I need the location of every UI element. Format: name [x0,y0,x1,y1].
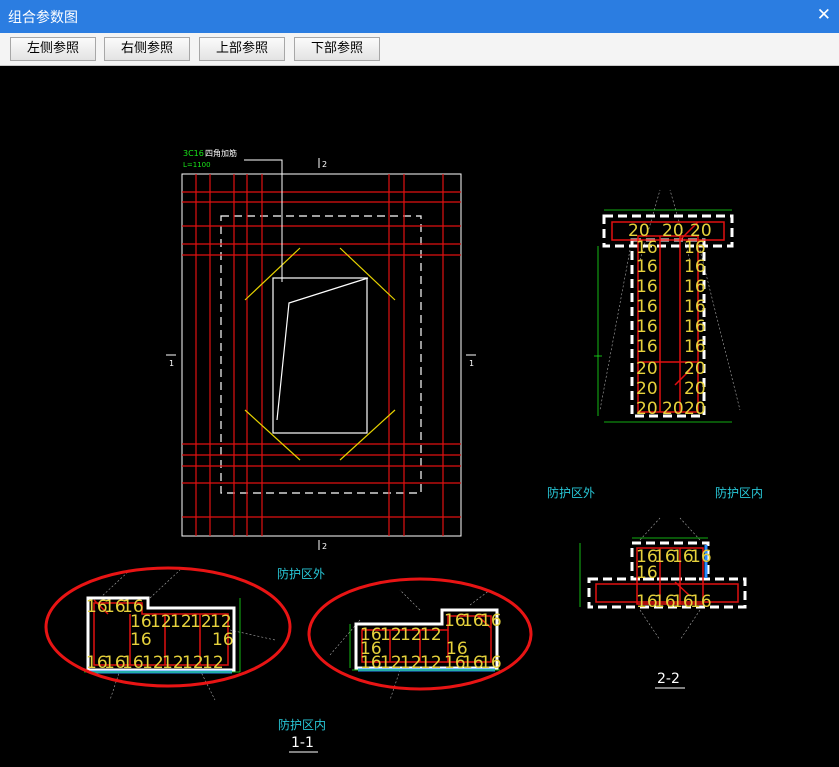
drawing-canvas[interactable]: 3C16 四角加筋 L=1100 2 2 1 1 20 20 20 16 16 … [0,66,839,763]
section-1-1-caption-group: 1-1 [289,735,318,753]
section-2-2-caption-group: 2-2 [655,671,685,689]
svg-text:12: 12 [142,653,164,673]
svg-text:20: 20 [636,379,658,399]
plan-view: 3C16 四角加筋 L=1100 2 2 1 1 [166,148,476,551]
svg-text:12: 12 [420,625,442,645]
svg-text:16: 16 [480,653,502,673]
left-annotation-lines [99,569,276,701]
plan-note-length: L=1100 [183,161,211,169]
svg-text:12: 12 [190,612,212,632]
svg-text:20: 20 [684,359,706,379]
plan-leader-line [244,159,283,282]
svg-text:16: 16 [212,630,234,650]
svg-text:12: 12 [182,653,204,673]
svg-text:16: 16 [636,277,658,297]
upper-bar-numbers: 20 20 20 16 16 16 16 16 16 16 16 16 16 16 16 20 2… [628,221,712,419]
svg-text:12: 12 [420,653,442,673]
section-1-1-label-inside: 防护区内 [278,717,326,732]
section-marker-top: 2 [322,160,327,169]
svg-text:12: 12 [210,612,232,632]
section-marker-bottom: 2 [322,542,327,551]
svg-text:16: 16 [690,547,712,567]
left-reference-button[interactable]: 左侧参照 [10,37,96,61]
svg-text:16: 16 [636,563,658,583]
upper-rebars [611,221,725,413]
svg-text:16: 16 [684,238,706,258]
plan-corner-bars [244,247,396,461]
svg-text:16: 16 [684,257,706,277]
section-2-2-label-outside: 防护区外 [547,485,595,500]
svg-text:16: 16 [480,611,502,631]
svg-text:16: 16 [636,257,658,277]
top-reference-button[interactable]: 上部参照 [199,37,285,61]
svg-text:16: 16 [684,277,706,297]
svg-text:20: 20 [684,399,706,419]
right-bar-numbers: 161616 16121212 16 16 16121212 161616 [360,611,502,673]
window-title: 组合参数图 [8,10,78,26]
svg-text:16: 16 [636,317,658,337]
svg-text:20: 20 [636,399,658,419]
title-bar: 组合参数图 ✕ [0,0,839,33]
plan-section-markers: 2 2 1 1 [166,158,476,551]
section-marker-right: 1 [469,359,474,368]
plan-outer-outline [181,173,462,537]
svg-text:12: 12 [170,612,192,632]
svg-text:12: 12 [400,653,422,673]
svg-text:16: 16 [130,612,152,632]
section-1-1-label-outside: 防护区外 [277,566,325,581]
section-2-2-upper: 20 20 20 16 16 16 16 16 16 16 16 16 16 16 16 20 2… [594,189,741,423]
close-icon[interactable]: ✕ [817,5,831,25]
svg-text:16: 16 [360,653,382,673]
svg-text:12: 12 [150,612,172,632]
svg-text:12: 12 [380,625,402,645]
plan-rebar-grid [182,174,461,536]
section-2-2-label-inside: 防护区内 [715,485,763,500]
section-2-2-caption: 2-2 [657,671,680,687]
toolbar: 左侧参照 右侧参照 上部参照 下部参照 [0,33,839,66]
svg-text:12: 12 [380,653,402,673]
svg-text:16: 16 [684,337,706,357]
svg-text:16: 16 [130,630,152,650]
upper-dimensions [594,209,732,423]
plan-note-label: 四角加筋 [205,148,237,158]
bottom-reference-button[interactable]: 下部参照 [294,37,380,61]
plan-dashed-boundary [220,215,422,494]
section-marker-left: 1 [169,359,174,368]
section-1-1-caption: 1-1 [291,735,314,751]
svg-text:12: 12 [202,653,224,673]
plan-opening [272,277,369,434]
svg-text:12: 12 [400,625,422,645]
svg-text:12: 12 [162,653,184,673]
section-1-1-right: 161616 16121212 16 16 16121212 161616 [329,589,502,701]
right-reference-button[interactable]: 右侧参照 [104,37,190,61]
svg-text:16: 16 [636,238,658,258]
svg-text:16: 16 [684,317,706,337]
svg-text:20: 20 [636,359,658,379]
svg-text:16: 16 [684,297,706,317]
cad-drawing: 3C16 四角加筋 L=1100 2 2 1 1 20 20 20 16 16 … [44,148,763,753]
svg-text:16: 16 [636,337,658,357]
section-2-2-lower: 16161616 16 16161616 [579,517,747,641]
svg-text:16: 16 [690,592,712,612]
svg-text:16: 16 [122,653,144,673]
svg-text:20: 20 [662,399,684,419]
svg-text:20: 20 [662,221,684,241]
svg-text:20: 20 [684,379,706,399]
plan-note-bar: 3C16 [183,149,204,158]
svg-text:16: 16 [636,297,658,317]
